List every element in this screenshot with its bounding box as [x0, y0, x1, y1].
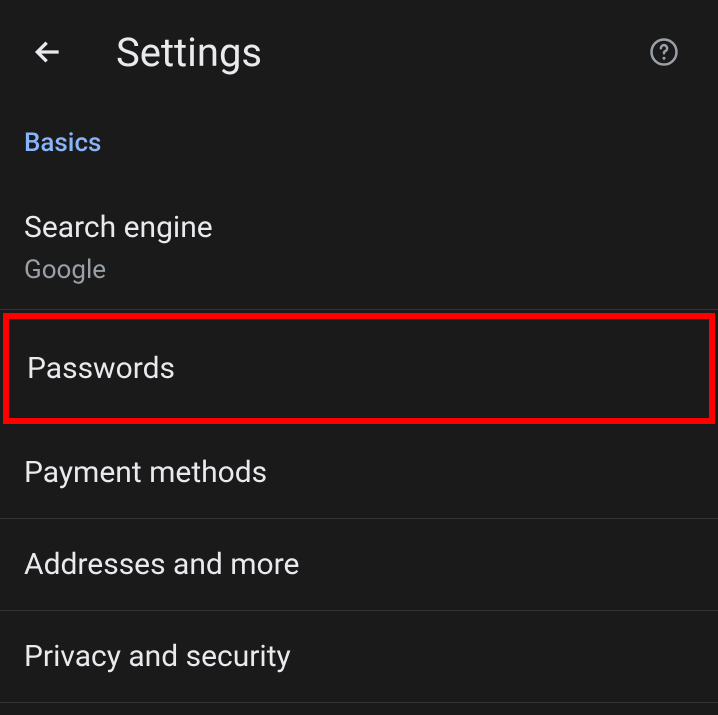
item-title: Addresses and more	[24, 545, 694, 584]
item-subtitle: Google	[24, 255, 694, 285]
item-title: Privacy and security	[24, 637, 694, 676]
list-item-passwords[interactable]: Passwords	[3, 313, 715, 424]
item-title: Passwords	[27, 349, 691, 388]
page-title: Settings	[116, 29, 646, 76]
list-item-payment-methods[interactable]: Payment methods	[0, 427, 718, 519]
item-title: Search engine	[24, 208, 694, 247]
list-item-addresses[interactable]: Addresses and more	[0, 519, 718, 611]
back-arrow-icon[interactable]	[30, 34, 66, 70]
app-header: Settings	[0, 0, 718, 100]
list-item-privacy-security[interactable]: Privacy and security	[0, 611, 718, 703]
help-icon[interactable]	[646, 34, 682, 70]
list-item-search-engine[interactable]: Search engine Google	[0, 186, 718, 310]
section-header-basics: Basics	[0, 100, 718, 186]
item-title: Payment methods	[24, 453, 694, 492]
